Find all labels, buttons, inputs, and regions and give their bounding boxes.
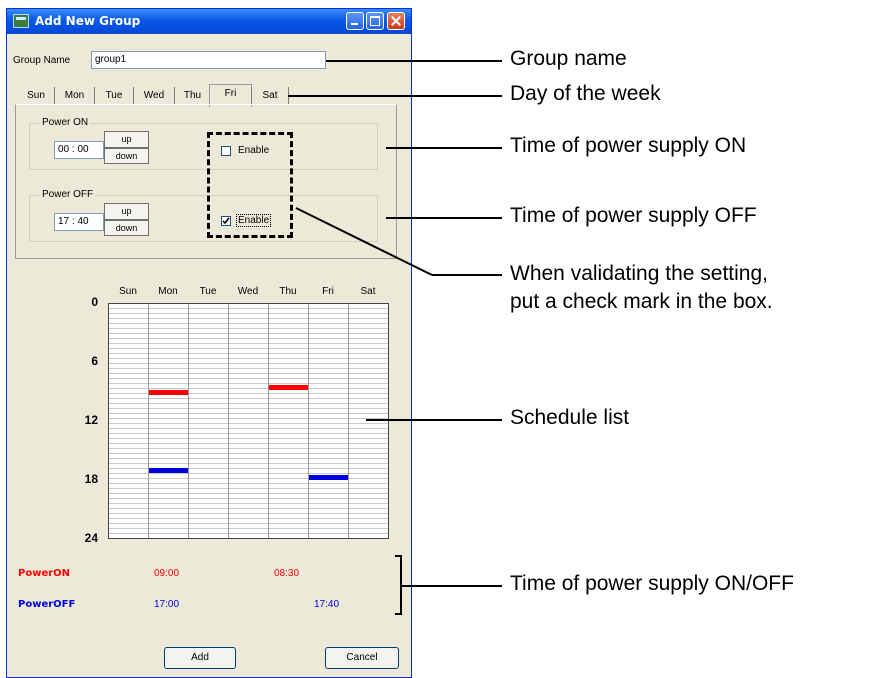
callout-line-time-on-off	[402, 585, 502, 587]
callout-time-on-off: Time of power supply ON/OFF	[510, 572, 794, 595]
summary-bracket	[395, 555, 402, 615]
callout-validate-line2: put a check mark in the box.	[510, 290, 773, 313]
callout-validate-line1: When validating the setting,	[510, 262, 768, 285]
callout-schedule-list: Schedule list	[510, 406, 630, 429]
callout-line-schedule-list	[366, 419, 502, 421]
